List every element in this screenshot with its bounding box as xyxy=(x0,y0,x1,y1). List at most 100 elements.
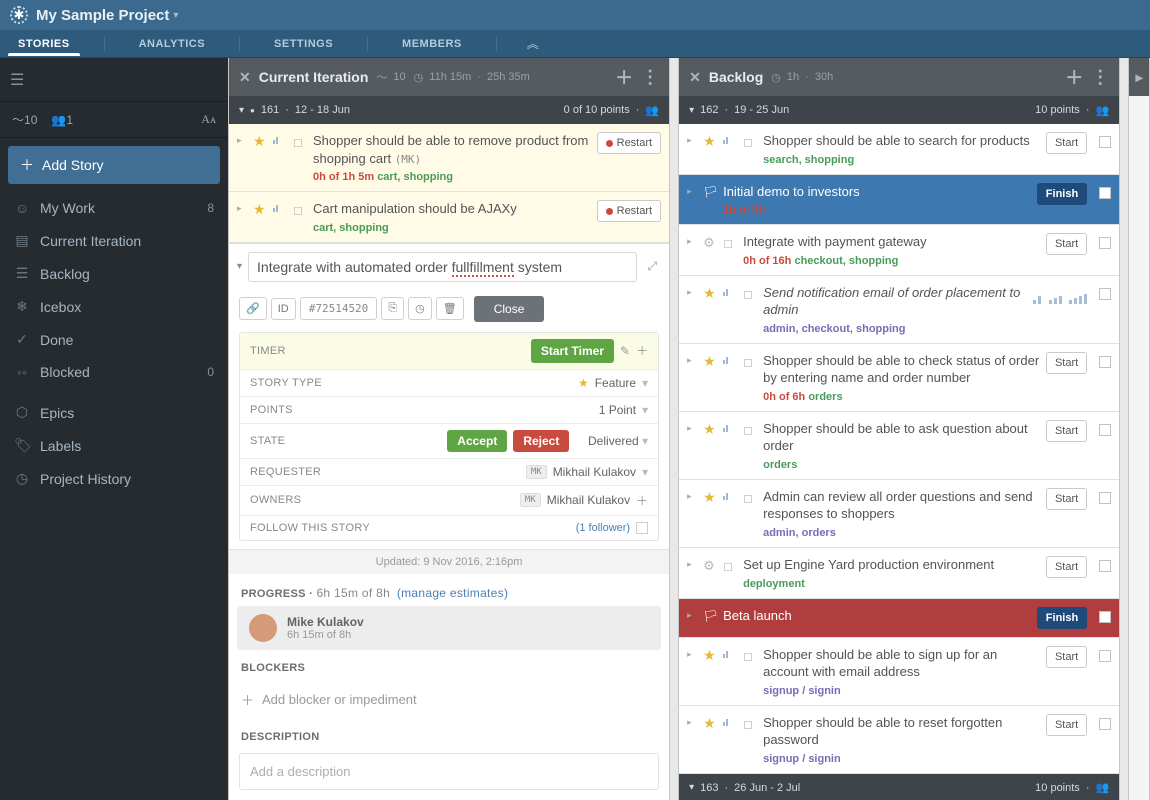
select-checkbox[interactable] xyxy=(1099,356,1111,368)
iteration-header[interactable]: ▾ ● 161 · 12 - 18 Jun 0 of 10 points · 👥 xyxy=(229,96,669,124)
reject-button[interactable]: Reject xyxy=(513,430,569,452)
expand-icon[interactable]: ▸ xyxy=(687,488,697,502)
estimate-selector[interactable] xyxy=(1033,284,1087,304)
nav-icebox[interactable]: ❄Icebox xyxy=(0,290,228,323)
manage-estimates-link[interactable]: (manage estimates) xyxy=(397,586,508,600)
start-button[interactable]: Start xyxy=(1046,714,1087,736)
story-title-input[interactable]: Integrate with automated order fullfillm… xyxy=(248,252,637,282)
expand-icon[interactable]: ▸ xyxy=(237,132,247,146)
expand-icon[interactable]: ▸ xyxy=(687,714,697,728)
nav-current-iteration[interactable]: ▤Current Iteration xyxy=(0,224,228,257)
comment-icon[interactable]: ◻ xyxy=(743,284,757,301)
project-dropdown-caret-icon[interactable]: ▾ xyxy=(173,10,178,21)
link-button[interactable]: 🔗 xyxy=(239,297,267,320)
state-select[interactable]: Delivered ▾ xyxy=(588,434,648,448)
edit-icon[interactable]: ✎ xyxy=(620,344,630,358)
expand-icon[interactable]: ▸ xyxy=(237,200,247,214)
expand-icon[interactable]: ▸ xyxy=(687,284,697,298)
collapse-tabs-icon[interactable]: ︽ xyxy=(527,35,539,52)
comment-icon[interactable]: ◻ xyxy=(723,233,737,250)
comment-icon[interactable]: ◻ xyxy=(743,488,757,505)
comment-icon[interactable]: ◻ xyxy=(293,132,307,149)
story-row[interactable]: ▸ 🏳 Initial demo to investors 1h of 8h F… xyxy=(679,175,1119,226)
points-select[interactable]: 1 Point ▾ xyxy=(593,403,648,417)
iteration-header[interactable]: ▾162 · 19 - 25 Jun 10 points · 👥 xyxy=(679,96,1119,124)
add-story-icon[interactable]: ＋ xyxy=(1065,64,1083,90)
expand-icon[interactable]: ▸ xyxy=(687,183,697,197)
menu-icon[interactable]: ☰ xyxy=(10,70,24,90)
close-panel-icon[interactable]: ✕ xyxy=(239,69,251,86)
add-story-icon[interactable]: ＋ xyxy=(615,64,633,90)
select-checkbox[interactable] xyxy=(1099,136,1111,148)
select-checkbox[interactable] xyxy=(1099,187,1111,199)
description-input[interactable]: Add a description xyxy=(239,753,659,790)
story-type-select[interactable]: ★ Feature ▾ xyxy=(578,376,648,390)
start-button[interactable]: Start xyxy=(1046,233,1087,255)
nav-project-history[interactable]: ◷Project History xyxy=(0,462,228,495)
owners-field[interactable]: MK Mikhail Kulakov ＋ xyxy=(520,492,648,509)
story-id[interactable]: #72514520 xyxy=(300,297,378,320)
select-checkbox[interactable] xyxy=(1099,237,1111,249)
finish-button[interactable]: Finish xyxy=(1037,607,1087,629)
close-panel-icon[interactable]: ✕ xyxy=(689,69,701,86)
add-story-button[interactable]: ＋ Add Story xyxy=(8,146,220,184)
expand-icon[interactable]: ▸ xyxy=(687,420,697,434)
history-button[interactable]: ◷ xyxy=(408,297,432,320)
followers-link[interactable]: (1 follower) xyxy=(576,522,630,534)
comment-icon[interactable]: ◻ xyxy=(743,714,757,731)
nav-labels[interactable]: 🏷Labels xyxy=(0,429,228,462)
iteration-header[interactable]: ▾163 · 26 Jun - 2 Jul10 points · 👥 xyxy=(679,774,1119,800)
story-row[interactable]: ▸ ⚙◻ Integrate with payment gateway 0h o… xyxy=(679,225,1119,276)
story-row[interactable]: ▸ ★◻ Shopper should be able to reset for… xyxy=(679,706,1119,774)
start-timer-button[interactable]: Start Timer xyxy=(531,339,614,363)
comment-icon[interactable]: ◻ xyxy=(723,556,737,573)
tab-stories[interactable]: STORIES xyxy=(14,38,74,50)
expand-icon[interactable]: ▸ xyxy=(687,233,697,247)
start-button[interactable]: Start xyxy=(1046,352,1087,374)
comment-icon[interactable]: ◻ xyxy=(743,646,757,663)
tab-settings[interactable]: SETTINGS xyxy=(270,38,337,50)
comment-icon[interactable]: ◻ xyxy=(743,420,757,437)
expand-icon[interactable]: ▸ xyxy=(687,646,697,660)
start-button[interactable]: Start xyxy=(1046,420,1087,442)
collapse-icon[interactable]: ▾ xyxy=(237,261,242,272)
add-owner-icon[interactable]: ＋ xyxy=(636,492,648,509)
select-checkbox[interactable] xyxy=(1099,492,1111,504)
project-title[interactable]: My Sample Project xyxy=(36,7,169,24)
story-row[interactable]: ▸ ⚙◻ Set up Engine Yard production envir… xyxy=(679,548,1119,599)
select-checkbox[interactable] xyxy=(1099,718,1111,730)
expand-icon[interactable]: ▸ xyxy=(687,556,697,570)
comment-icon[interactable]: ◻ xyxy=(293,200,307,217)
expand-icon[interactable]: ▸ xyxy=(687,132,697,146)
expand-panel-icon[interactable]: ▸ xyxy=(1136,69,1143,86)
comment-icon[interactable]: ◻ xyxy=(743,352,757,369)
accept-button[interactable]: Accept xyxy=(447,430,507,452)
plus-icon[interactable]: ＋ xyxy=(636,342,648,359)
requester-select[interactable]: MK Mikhail Kulakov ▾ xyxy=(526,465,648,479)
restart-button[interactable]: Restart xyxy=(597,132,661,154)
story-row[interactable]: ▸ ★ ◻ Cart manipulation should be AJAXy … xyxy=(229,192,669,243)
nav-blocked[interactable]: ◦◦Blocked0 xyxy=(0,356,228,388)
select-checkbox[interactable] xyxy=(1099,424,1111,436)
close-button[interactable]: Close xyxy=(474,296,545,322)
story-row[interactable]: ▸ ★◻ Shopper should be able to ask quest… xyxy=(679,412,1119,480)
select-checkbox[interactable] xyxy=(1099,288,1111,300)
nav-my-work[interactable]: ☺My Work8 xyxy=(0,192,228,224)
select-checkbox[interactable] xyxy=(1099,560,1111,572)
follow-checkbox[interactable] xyxy=(636,522,648,534)
comment-icon[interactable]: ◻ xyxy=(743,132,757,149)
add-blocker-button[interactable]: ＋Add blocker or impediment xyxy=(229,680,669,719)
nav-epics[interactable]: ⬡Epics xyxy=(0,396,228,429)
tab-members[interactable]: MEMBERS xyxy=(398,38,466,50)
story-row[interactable]: ▸ ★◻ Admin can review all order question… xyxy=(679,480,1119,548)
select-checkbox[interactable] xyxy=(1099,611,1111,623)
start-button[interactable]: Start xyxy=(1046,132,1087,154)
expand-full-icon[interactable]: ⤢ xyxy=(643,259,661,274)
finish-button[interactable]: Finish xyxy=(1037,183,1087,205)
story-row[interactable]: ▸ ★◻ Shopper should be able to search fo… xyxy=(679,124,1119,175)
story-row[interactable]: ▸ ★◻ Shopper should be able to check sta… xyxy=(679,344,1119,412)
story-row[interactable]: ▸ ★ ◻ Shopper should be able to remove p… xyxy=(229,124,669,192)
expand-icon[interactable]: ▸ xyxy=(687,352,697,366)
start-button[interactable]: Start xyxy=(1046,556,1087,578)
story-row[interactable]: ▸ ★◻ Send notification email of order pl… xyxy=(679,276,1119,344)
